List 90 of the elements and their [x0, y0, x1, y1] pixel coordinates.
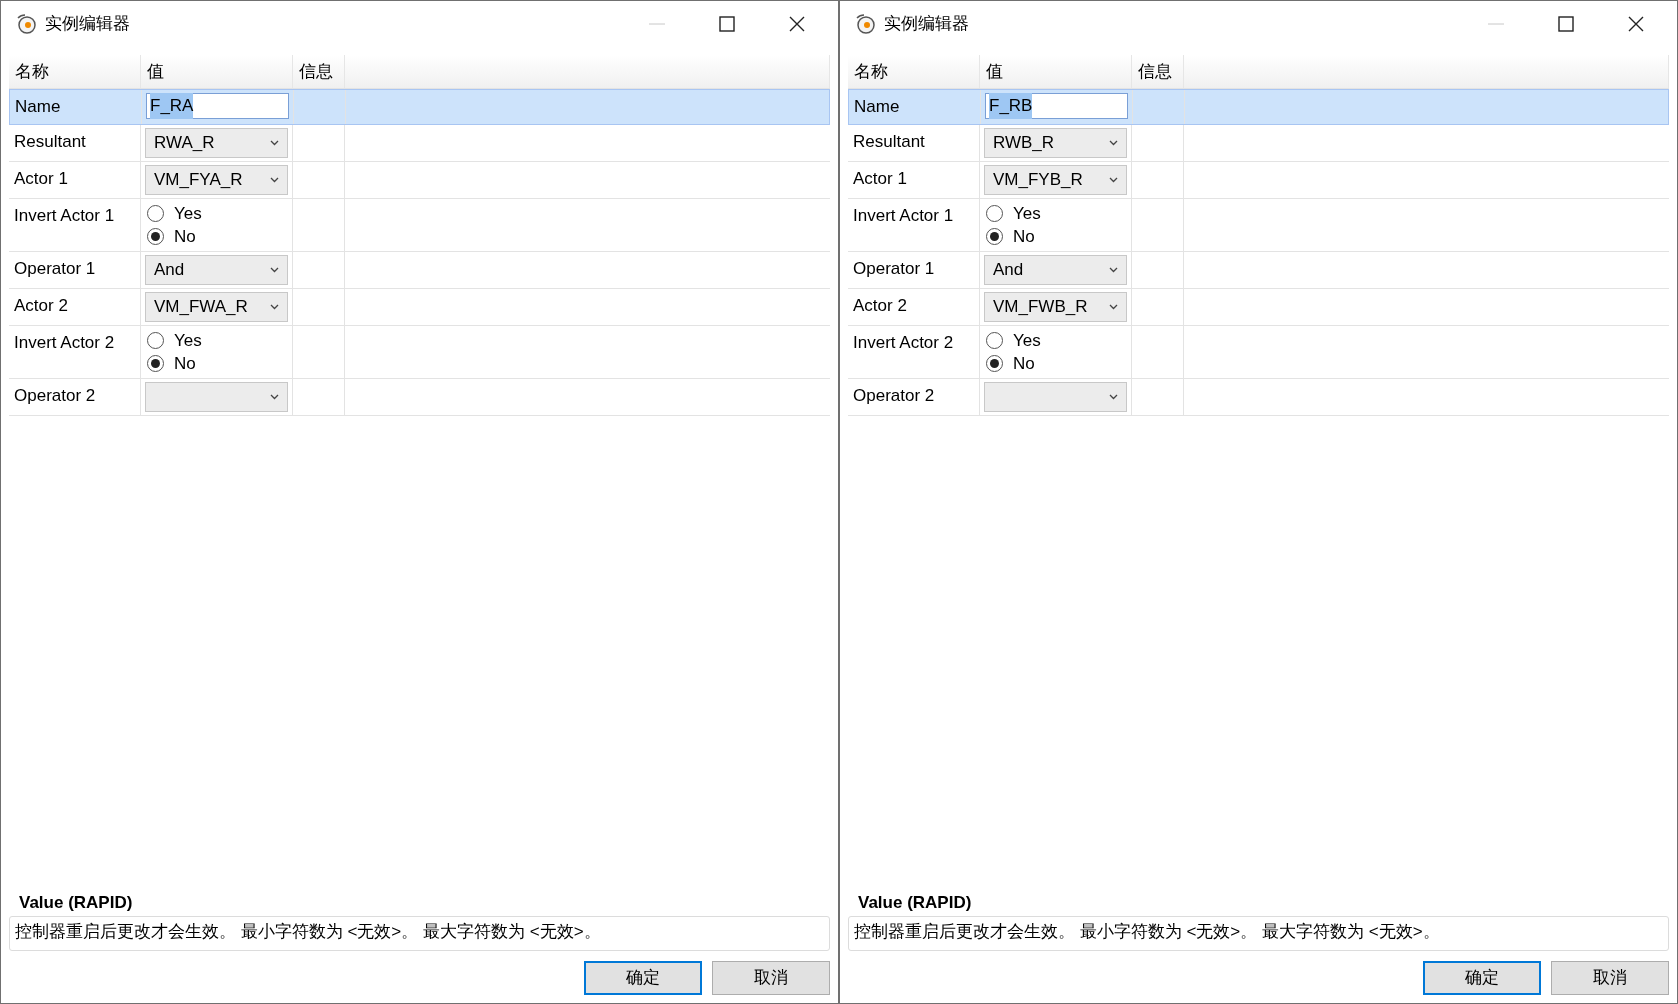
radio-button[interactable] [147, 354, 164, 372]
radio-button[interactable] [986, 204, 1003, 222]
dropdown[interactable]: VM_FYA_R [145, 164, 288, 195]
radio-button[interactable] [986, 354, 1003, 372]
property-row[interactable]: Actor 2 VM_FWA_R [9, 288, 830, 326]
description-title: Value (RAPID) [858, 892, 973, 914]
property-row[interactable]: Actor 1 VM_FYB_R [848, 161, 1669, 199]
property-label: Actor 2 [14, 295, 68, 315]
caret-icon [270, 176, 279, 183]
property-label: Operator 2 [853, 385, 935, 405]
radio-button[interactable] [147, 331, 164, 349]
radio-label: No [174, 225, 196, 248]
caret-icon [1109, 393, 1118, 400]
radio-label: No [1013, 225, 1035, 248]
dialog-button[interactable]: 确定 [584, 961, 702, 995]
property-label: Resultant [14, 131, 86, 151]
property-row[interactable]: Invert Actor 2 Yes No [9, 325, 830, 379]
radio-button[interactable] [147, 227, 164, 245]
dropdown[interactable]: VM_FWB_R [984, 291, 1127, 322]
property-row[interactable]: Operator 1 And [9, 251, 830, 289]
description-title: Value (RAPID) [19, 892, 134, 914]
property-label: Invert Actor 2 [853, 332, 954, 352]
property-row[interactable]: Invert Actor 1 Yes No [848, 198, 1669, 252]
property-label: Operator 2 [14, 385, 96, 405]
column-header: 值 [141, 55, 293, 88]
dropdown[interactable]: VM_FYB_R [984, 164, 1127, 195]
property-label: Operator 1 [14, 258, 96, 278]
dialog-button[interactable]: 确定 [1423, 961, 1541, 995]
column-header: 名称 [848, 55, 980, 88]
radio-button[interactable] [147, 204, 164, 222]
dropdown[interactable]: And [145, 254, 288, 285]
dialog-button[interactable]: 取消 [1551, 961, 1669, 995]
property-row[interactable]: Operator 2 [9, 378, 830, 416]
column-header: 信息 [293, 55, 345, 88]
app-icon [854, 13, 876, 35]
property-row[interactable]: Name F_RA [9, 89, 830, 125]
close-icon[interactable] [1628, 16, 1644, 32]
name-field[interactable]: F_RA [146, 93, 289, 119]
radio-button[interactable] [986, 227, 1003, 245]
property-row[interactable]: Resultant RWB_R [848, 124, 1669, 162]
property-row[interactable]: Name F_RB [848, 89, 1669, 125]
caret-icon [270, 393, 279, 400]
property-row[interactable]: Invert Actor 2 Yes No [848, 325, 1669, 379]
property-row[interactable]: Actor 2 VM_FWB_R [848, 288, 1669, 326]
dropdown[interactable]: VM_FWA_R [145, 291, 288, 322]
maximize-icon[interactable] [719, 16, 735, 32]
maximize-icon[interactable] [1558, 16, 1574, 32]
caret-icon [1109, 303, 1118, 310]
property-label: Invert Actor 2 [14, 332, 115, 352]
radio-label: Yes [1013, 202, 1041, 225]
dropdown[interactable]: RWA_R [145, 127, 288, 158]
property-label: Actor 1 [853, 168, 907, 188]
caret-icon [270, 303, 279, 310]
radio-label: Yes [174, 329, 202, 352]
property-label: Resultant [853, 131, 925, 151]
radio-label: Yes [174, 202, 202, 225]
property-label: Name [15, 97, 61, 116]
radio-label: Yes [1013, 329, 1041, 352]
property-row[interactable]: Invert Actor 1 Yes No [9, 198, 830, 252]
caret-icon [270, 266, 279, 273]
property-row[interactable]: Actor 1 VM_FYA_R [9, 161, 830, 199]
property-label: Actor 2 [853, 295, 907, 315]
description-text: 控制器重启后更改才会生效。 最小字符数为 <无效>。 最大字符数为 <无效>。 [15, 921, 601, 941]
property-row[interactable]: Resultant RWA_R [9, 124, 830, 162]
caret-icon [1109, 176, 1118, 183]
app-icon [15, 13, 37, 35]
name-field[interactable]: F_RB [985, 93, 1128, 119]
property-row[interactable]: Operator 2 [848, 378, 1669, 416]
radio-button[interactable] [986, 331, 1003, 349]
caret-icon [1109, 139, 1118, 146]
caret-icon [270, 139, 279, 146]
caret-icon [1109, 266, 1118, 273]
window-title: 实例编辑器 [884, 13, 970, 36]
property-label: Operator 1 [853, 258, 935, 278]
dropdown[interactable]: RWB_R [984, 127, 1127, 158]
property-label: Invert Actor 1 [14, 205, 115, 225]
column-header: 名称 [9, 55, 141, 88]
property-label: Actor 1 [14, 168, 68, 188]
radio-label: No [174, 352, 196, 375]
property-row[interactable]: Operator 1 And [848, 251, 1669, 289]
window-title: 实例编辑器 [45, 13, 131, 36]
column-header: 值 [980, 55, 1132, 88]
dropdown[interactable]: And [984, 254, 1127, 285]
property-label: Name [854, 97, 900, 116]
property-label: Invert Actor 1 [853, 205, 954, 225]
column-header: 信息 [1132, 55, 1184, 88]
dialog-button[interactable]: 取消 [712, 961, 830, 995]
close-icon[interactable] [789, 16, 805, 32]
radio-label: No [1013, 352, 1035, 375]
description-text: 控制器重启后更改才会生效。 最小字符数为 <无效>。 最大字符数为 <无效>。 [854, 921, 1440, 941]
